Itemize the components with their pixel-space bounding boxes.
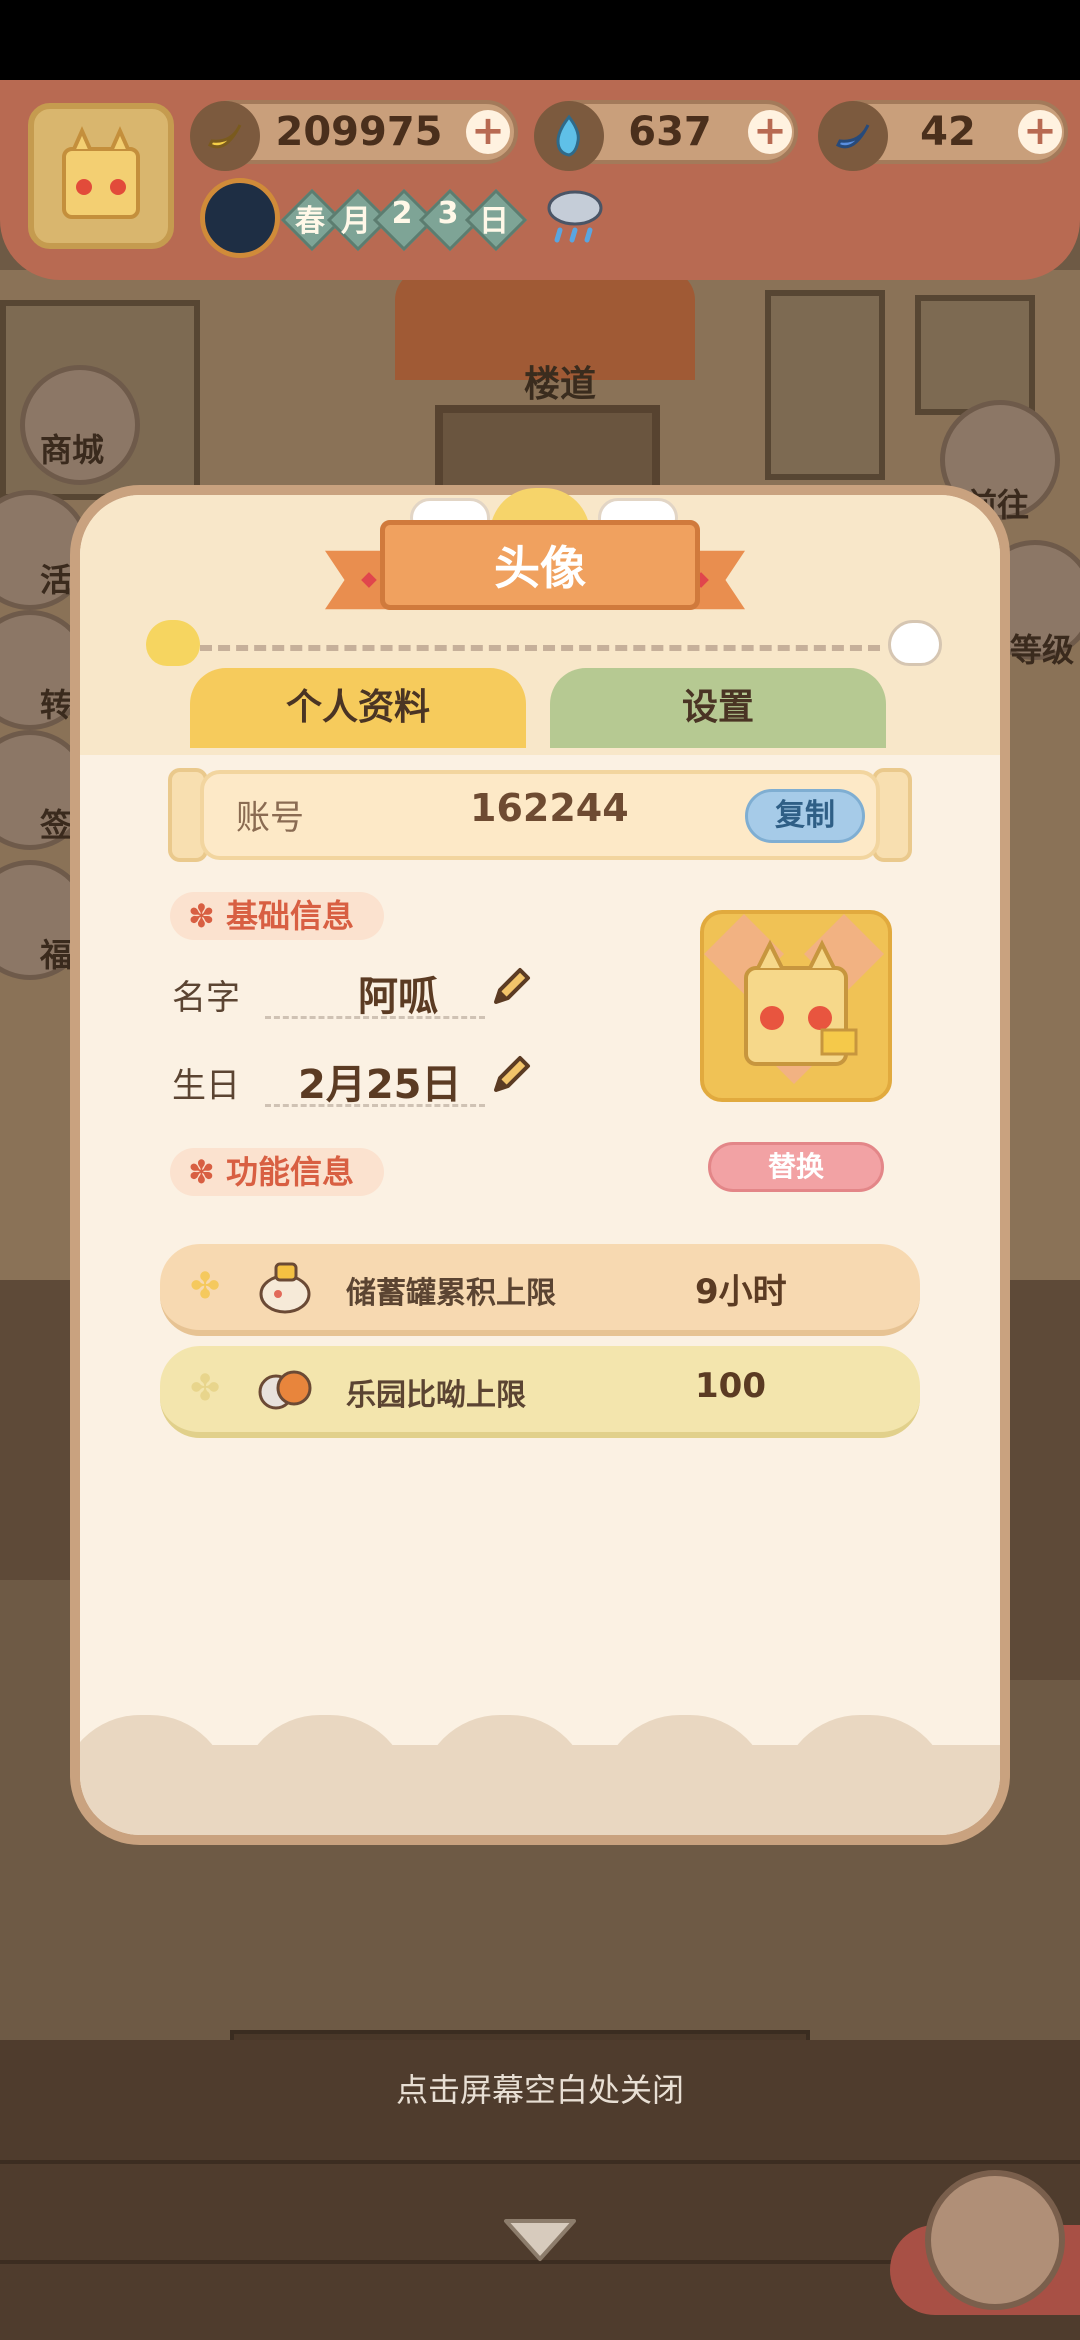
- yarn-ball-icon[interactable]: [925, 2170, 1065, 2310]
- expand-down-icon[interactable]: [500, 2215, 580, 2265]
- basic-info-heading: ✽ 基础信息: [170, 892, 384, 940]
- date-season: 春: [295, 204, 325, 239]
- yellow-bird-icon: [146, 620, 200, 666]
- close-hint-text[interactable]: 点击屏幕空白处关闭: [290, 2065, 790, 2111]
- banana-counter: 209975 +: [190, 100, 518, 171]
- add-gem-button[interactable]: +: [1018, 110, 1062, 154]
- date-digit: 3: [437, 196, 459, 231]
- edit-birthday-pencil-icon[interactable]: [486, 1050, 536, 1100]
- piggy-bank-icon: [259, 1262, 311, 1314]
- function-info-heading: ✽ 功能信息: [170, 1148, 384, 1196]
- add-flame-button[interactable]: +: [748, 110, 792, 154]
- name-value: 阿呱: [358, 974, 438, 1020]
- toast-portrait-icon: [704, 914, 884, 1084]
- gem-count: 42: [920, 109, 976, 155]
- feature-label: 储蓄罐累积上限: [346, 1276, 556, 1311]
- status-bar: [0, 0, 1080, 80]
- gem-counter: 42 +: [818, 100, 1068, 171]
- account-label: 账号: [236, 798, 304, 838]
- blue-flame-icon: [534, 101, 604, 171]
- edit-name-pencil-icon[interactable]: [486, 962, 536, 1012]
- clover-icon: ✤: [190, 1368, 221, 1409]
- profile-portrait[interactable]: [700, 910, 892, 1102]
- copy-button[interactable]: 复制: [745, 789, 865, 843]
- birthday-value: 2月25日: [298, 1062, 462, 1108]
- tab-profile[interactable]: 个人资料: [190, 668, 526, 748]
- shop-button-label: 商城: [40, 431, 105, 469]
- clover-icon: ✤: [190, 1266, 221, 1307]
- wall-frame: [765, 290, 885, 480]
- date-digit: 2: [391, 196, 413, 231]
- day-clock-icon: [200, 178, 280, 258]
- cat-and-fox-icon: [258, 1370, 312, 1410]
- date-month: 月: [341, 204, 371, 239]
- account-id: 162244: [470, 786, 629, 830]
- tab-settings[interactable]: 设置: [550, 668, 886, 748]
- date-day: 日: [479, 204, 509, 239]
- replace-avatar-button[interactable]: 替换: [708, 1142, 884, 1192]
- feature-row-park-capacity: ✤ 乐园比呦上限 100: [160, 1346, 920, 1438]
- rain-cloud-icon: [547, 190, 603, 243]
- flame-count: 637: [628, 109, 712, 155]
- player-avatar[interactable]: [28, 103, 174, 249]
- white-bird-icon: [888, 620, 942, 666]
- toast-avatar-icon: [62, 126, 140, 219]
- corridor-label: 楼道: [523, 364, 596, 405]
- wall-frame: [915, 295, 1035, 415]
- dialog-title: 头像: [494, 541, 586, 595]
- blue-banana-icon: [818, 101, 888, 171]
- feature-label: 乐园比呦上限: [346, 1378, 526, 1413]
- name-label: 名字: [172, 978, 240, 1018]
- feature-row-piggy-bank: ✤ 储蓄罐累积上限 9小时: [160, 1244, 920, 1336]
- add-banana-button[interactable]: +: [466, 110, 510, 154]
- flame-counter: 637 +: [534, 100, 798, 171]
- banana-count: 209975: [275, 109, 443, 155]
- banana-icon: [190, 101, 260, 171]
- birthday-label: 生日: [172, 1066, 240, 1106]
- feature-value: 9小时: [695, 1272, 787, 1312]
- feature-value: 100: [695, 1366, 766, 1406]
